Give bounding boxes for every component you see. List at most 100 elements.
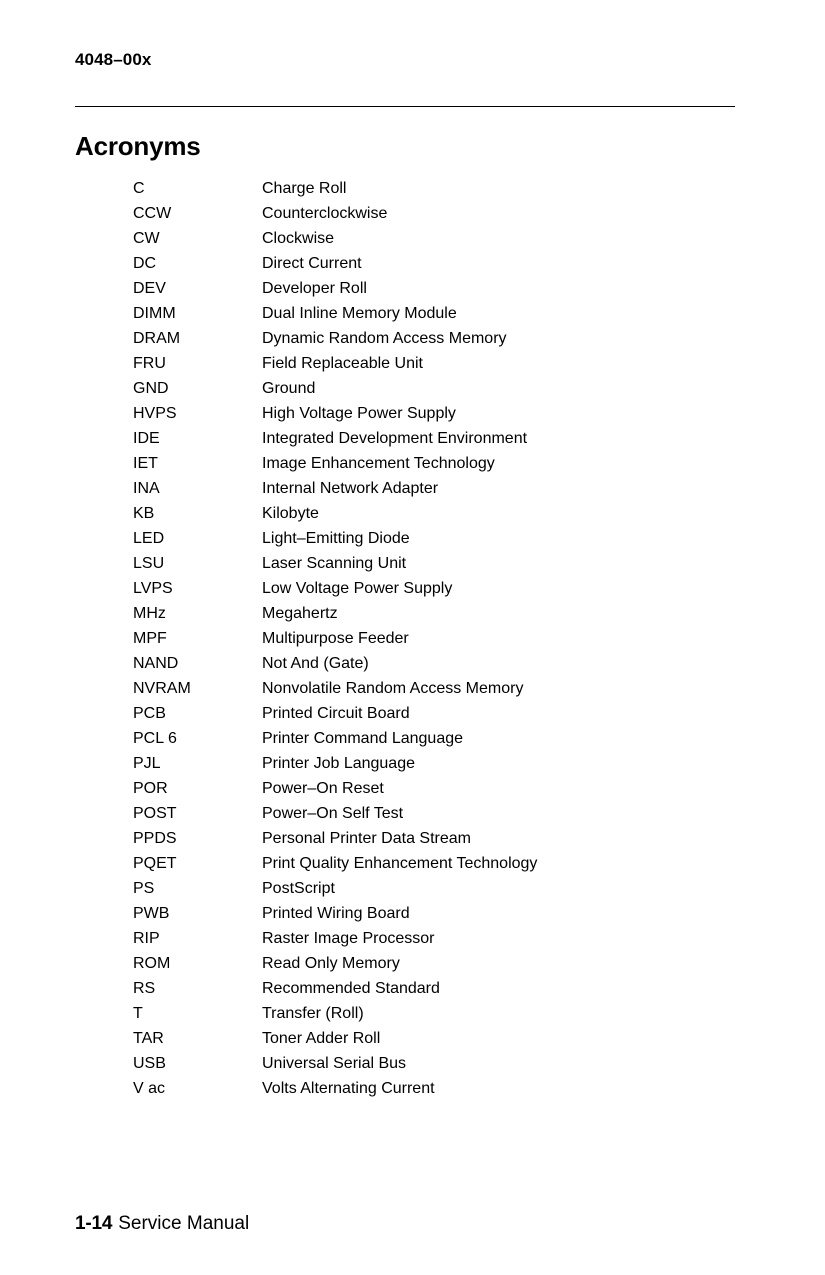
acronym-definition: Printer Job Language	[262, 755, 415, 772]
acronym-term: T	[133, 1005, 143, 1022]
acronym-row: PJL Printer Job Language	[133, 751, 733, 776]
acronym-definition: Nonvolatile Random Access Memory	[262, 680, 524, 697]
acronym-row: CW Clockwise	[133, 226, 733, 251]
acronym-definition: Kilobyte	[262, 505, 319, 522]
acronym-row: KB Kilobyte	[133, 501, 733, 526]
acronym-definition: Power–On Reset	[262, 780, 384, 797]
acronym-definition: Dynamic Random Access Memory	[262, 330, 507, 347]
acronym-row: IDE Integrated Development Environment	[133, 426, 733, 451]
acronym-row: LVPS Low Voltage Power Supply	[133, 576, 733, 601]
acronym-definition: Megahertz	[262, 605, 338, 622]
acronym-definition: Universal Serial Bus	[262, 1055, 407, 1072]
acronym-row: DEV Developer Roll	[133, 276, 733, 301]
acronym-row: PCB Printed Circuit Board	[133, 701, 733, 726]
acronym-definition: Direct Current	[262, 255, 362, 272]
acronym-term: LED	[133, 530, 165, 547]
acronym-row: CCW Counterclockwise	[133, 201, 733, 226]
acronym-term: DEV	[133, 280, 166, 297]
acronym-definition: Charge Roll	[262, 180, 347, 197]
document-page: 4048–00x Acronyms C Charge Roll CCW Counter…	[0, 0, 825, 1275]
acronym-row: IET Image Enhancement Technology	[133, 451, 733, 476]
footer-page-number: 1-14	[75, 1213, 113, 1234]
acronym-row: LED Light–Emitting Diode	[133, 526, 733, 551]
acronym-term: LSU	[133, 555, 165, 572]
acronym-definition: Field Replaceable Unit	[262, 355, 423, 372]
acronym-row: MHz Megahertz	[133, 601, 733, 626]
acronym-row: USB Universal Serial Bus	[133, 1051, 733, 1076]
acronym-term: PQET	[133, 855, 177, 872]
acronym-term: PPDS	[133, 830, 177, 847]
acronym-row: PQET Print Quality Enhancement Technology	[133, 851, 733, 876]
acronym-row: RIP Raster Image Processor	[133, 926, 733, 951]
acronym-term: TAR	[133, 1030, 164, 1047]
acronym-row: ROM Read Only Memory	[133, 951, 733, 976]
acronym-definition: Printed Wiring Board	[262, 905, 410, 922]
acronym-term: MHz	[133, 605, 166, 622]
acronym-term: ROM	[133, 955, 171, 972]
acronym-term: PCB	[133, 705, 166, 722]
acronym-definition: Power–On Self Test	[262, 805, 404, 822]
acronym-row: V ac Volts Alternating Current	[133, 1076, 733, 1101]
acronym-row: MPF Multipurpose Feeder	[133, 626, 733, 651]
acronym-term: GND	[133, 380, 169, 397]
acronym-term: DC	[133, 255, 157, 272]
acronym-definition: Counterclockwise	[262, 205, 388, 222]
acronym-term: INA	[133, 480, 160, 497]
acronym-definition: Printed Circuit Board	[262, 705, 410, 722]
acronym-term: PCL 6	[133, 730, 177, 747]
acronym-definition: High Voltage Power Supply	[262, 405, 456, 422]
acronym-term: POR	[133, 780, 168, 797]
acronym-term: USB	[133, 1055, 166, 1072]
acronym-term: NVRAM	[133, 680, 191, 697]
acronym-term: LVPS	[133, 580, 173, 597]
acronym-row: NVRAM Nonvolatile Random Access Memory	[133, 676, 733, 701]
acronym-row: RS Recommended Standard	[133, 976, 733, 1001]
title-divider	[75, 106, 735, 107]
acronym-definition: Print Quality Enhancement Technology	[262, 855, 538, 872]
acronym-definition: Light–Emitting Diode	[262, 530, 410, 547]
acronym-term: PJL	[133, 755, 161, 772]
acronym-row: C Charge Roll	[133, 176, 733, 201]
acronym-row: GND Ground	[133, 376, 733, 401]
acronym-term: CCW	[133, 205, 172, 222]
acronym-term: V ac	[133, 1080, 166, 1097]
acronym-definition: Multipurpose Feeder	[262, 630, 409, 647]
acronym-definition: Read Only Memory	[262, 955, 400, 972]
acronym-term: C	[133, 180, 145, 197]
acronym-row: HVPS High Voltage Power Supply	[133, 401, 733, 426]
acronym-row: TAR Toner Adder Roll	[133, 1026, 733, 1051]
acronym-definition: Raster Image Processor	[262, 930, 435, 947]
acronym-term: HVPS	[133, 405, 177, 422]
acronym-definition: Clockwise	[262, 230, 335, 247]
acronym-term: IET	[133, 455, 158, 472]
acronym-row: PPDS Personal Printer Data Stream	[133, 826, 733, 851]
acronym-row: PCL 6 Printer Command Language	[133, 726, 733, 751]
acronym-term: RIP	[133, 930, 160, 947]
acronym-term: DRAM	[133, 330, 181, 347]
acronym-definition: Internal Network Adapter	[262, 480, 439, 497]
acronym-row: POST Power–On Self Test	[133, 801, 733, 826]
acronym-definition: Transfer (Roll)	[262, 1005, 364, 1022]
acronym-definition: PostScript	[262, 880, 335, 897]
acronym-list: C Charge Roll CCW Counterclockwise CW Clockwi…	[133, 176, 733, 1101]
page-title: Acronyms	[75, 131, 201, 162]
acronym-term: NAND	[133, 655, 179, 672]
acronym-row: LSU Laser Scanning Unit	[133, 551, 733, 576]
acronym-term: PWB	[133, 905, 170, 922]
acronym-definition: Developer Roll	[262, 280, 367, 297]
acronym-definition: Not And (Gate)	[262, 655, 369, 672]
acronym-definition: Integrated Development Environment	[262, 430, 528, 447]
acronym-term: POST	[133, 805, 177, 822]
acronym-row: NAND Not And (Gate)	[133, 651, 733, 676]
acronym-term: KB	[133, 505, 155, 522]
acronym-row: DIMM Dual Inline Memory Module	[133, 301, 733, 326]
acronym-row: POR Power–On Reset	[133, 776, 733, 801]
acronym-definition: Printer Command Language	[262, 730, 464, 747]
acronym-definition: Personal Printer Data Stream	[262, 830, 471, 847]
running-head: 4048–00x	[75, 50, 152, 69]
acronym-definition: Dual Inline Memory Module	[262, 305, 457, 322]
acronym-term: MPF	[133, 630, 167, 647]
acronym-definition: Toner Adder Roll	[262, 1030, 381, 1047]
acronym-term: CW	[133, 230, 160, 247]
acronym-definition: Volts Alternating Current	[262, 1080, 435, 1097]
